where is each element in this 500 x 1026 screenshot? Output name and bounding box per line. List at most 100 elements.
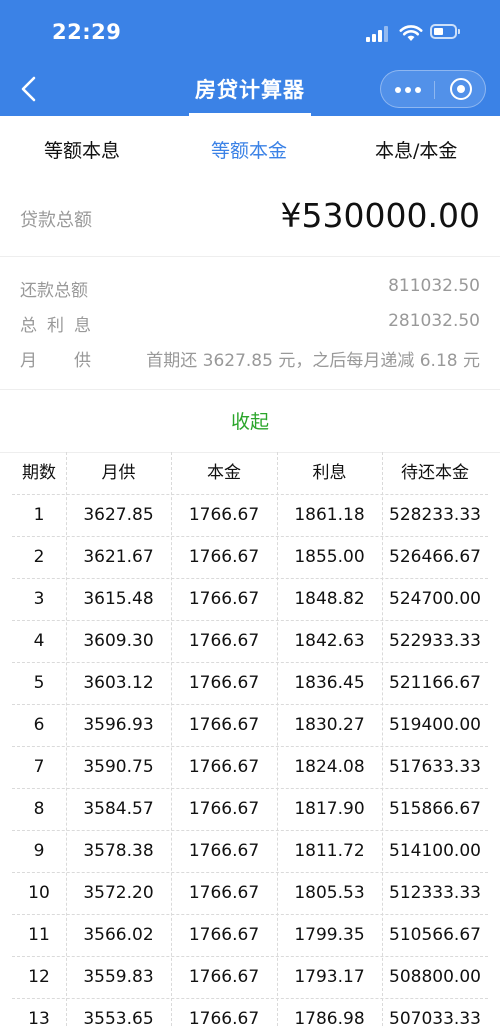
cell-principal: 1766.67 [188, 925, 260, 945]
row-divider [12, 746, 488, 747]
cell-monthly-payment: 3609.30 [83, 631, 154, 651]
close-mini-program-button[interactable] [435, 71, 487, 107]
mini-program-capsule [380, 70, 486, 108]
table-row: 7 3590.75 1766.67 1824.08 517633.33 [0, 746, 500, 788]
table-row: 6 3596.93 1766.67 1830.27 519400.00 [0, 704, 500, 746]
monthly-label-1: 月 [20, 351, 37, 371]
header-principal: 本金 [207, 463, 241, 483]
tab-interest-principal[interactable]: 本息/本金 [375, 136, 457, 163]
battery-icon [430, 24, 460, 39]
column-divider [277, 452, 278, 1026]
status-bar: 22:29 [0, 0, 500, 66]
table-row: 11 3566.02 1766.67 1799.35 510566.67 [0, 914, 500, 956]
header-monthly-payment: 月供 [101, 463, 136, 483]
wifi-icon [399, 25, 423, 41]
cell-period: 10 [28, 883, 50, 903]
row-divider [12, 788, 488, 789]
monthly-label-2: 供 [74, 351, 91, 371]
table-header-row: 期数 月供 本金 利息 待还本金 [0, 452, 500, 494]
cell-period: 7 [33, 757, 45, 777]
table-row: 8 3584.57 1766.67 1817.90 515866.67 [0, 788, 500, 830]
table-row: 12 3559.83 1766.67 1793.17 508800.00 [0, 956, 500, 998]
cell-period: 6 [33, 715, 45, 735]
cell-principal: 1766.67 [188, 589, 260, 609]
cell-interest: 1824.08 [294, 757, 365, 777]
monthly-payment-value: 首期还 3627.85 元，之后每月递减 6.18 元 [146, 351, 480, 371]
row-divider [12, 494, 488, 495]
total-interest-value: 281032.50 [388, 311, 480, 331]
cell-remaining-principal: 508800.00 [389, 967, 481, 987]
cell-interest: 1793.17 [294, 967, 365, 987]
cell-monthly-payment: 3621.67 [83, 547, 154, 567]
total-interest-label-2: 利 [47, 316, 64, 336]
total-repayment-value: 811032.50 [388, 276, 480, 296]
cell-remaining-principal: 522933.33 [389, 631, 481, 651]
row-divider [12, 536, 488, 537]
cell-remaining-principal: 517633.33 [389, 757, 481, 777]
repayment-schedule-table: 期数 月供 本金 利息 待还本金 1 3627.85 1766.67 1861.18 528233… [0, 452, 500, 1026]
loan-principal-row: 贷款总额 ¥530000.00 [0, 180, 500, 256]
cell-interest: 1861.18 [294, 505, 365, 525]
cell-principal: 1766.67 [188, 841, 260, 861]
cell-period: 11 [28, 925, 50, 945]
cell-monthly-payment: 3572.20 [83, 883, 154, 903]
table-row: 9 3578.38 1766.67 1811.72 514100.00 [0, 830, 500, 872]
cell-monthly-payment: 3615.48 [83, 589, 154, 609]
cell-principal: 1766.67 [188, 715, 260, 735]
row-divider [12, 956, 488, 957]
cell-monthly-payment: 3553.65 [83, 1009, 154, 1026]
total-repayment-label: 还款总额 [20, 281, 88, 301]
column-divider [66, 452, 67, 1026]
cell-remaining-principal: 510566.67 [389, 925, 481, 945]
row-divider [12, 578, 488, 579]
cell-principal: 1766.67 [188, 1009, 260, 1026]
table-row: 10 3572.20 1766.67 1805.53 512333.33 [0, 872, 500, 914]
cellular-signal-icon [366, 26, 390, 42]
column-divider [171, 452, 172, 1026]
cell-principal: 1766.67 [188, 547, 260, 567]
cell-monthly-payment: 3603.12 [83, 673, 154, 693]
cell-monthly-payment: 3590.75 [83, 757, 154, 777]
cell-remaining-principal: 519400.00 [389, 715, 481, 735]
cell-principal: 1766.67 [188, 883, 260, 903]
principal-label: 贷款总额 [20, 210, 92, 231]
cell-period: 8 [33, 799, 45, 819]
row-divider [12, 830, 488, 831]
cell-remaining-principal: 526466.67 [389, 547, 481, 567]
cell-principal: 1766.67 [188, 967, 260, 987]
principal-value: ¥530000.00 [280, 196, 480, 235]
cell-period: 3 [33, 589, 45, 609]
total-interest-label-3: 息 [74, 316, 91, 336]
column-divider [382, 452, 383, 1026]
cell-period: 2 [33, 547, 45, 567]
cell-remaining-principal: 521166.67 [389, 673, 481, 693]
table-row: 2 3621.67 1766.67 1855.00 526466.67 [0, 536, 500, 578]
divider [0, 256, 500, 257]
cell-period: 5 [33, 673, 45, 693]
cell-period: 9 [33, 841, 45, 861]
more-button[interactable] [381, 71, 434, 107]
tab-equal-principal[interactable]: 等额本金 [211, 136, 287, 163]
cell-principal: 1766.67 [188, 757, 260, 777]
row-divider [12, 872, 488, 873]
row-divider [12, 620, 488, 621]
total-interest-label-1: 总 [20, 316, 37, 336]
table-row: 1 3627.85 1766.67 1861.18 528233.33 [0, 494, 500, 536]
cell-remaining-principal: 514100.00 [389, 841, 481, 861]
cell-interest: 1817.90 [294, 799, 365, 819]
cell-interest: 1848.82 [294, 589, 365, 609]
cell-remaining-principal: 507033.33 [389, 1009, 481, 1026]
cell-period: 12 [28, 967, 50, 987]
cell-remaining-principal: 515866.67 [389, 799, 481, 819]
cell-principal: 1766.67 [188, 505, 260, 525]
cell-monthly-payment: 3596.93 [83, 715, 154, 735]
cell-interest: 1805.53 [294, 883, 365, 903]
cell-monthly-payment: 3584.57 [83, 799, 154, 819]
cell-interest: 1855.00 [294, 547, 365, 567]
cell-period: 4 [33, 631, 45, 651]
tab-equal-installment[interactable]: 等额本息 [44, 136, 120, 163]
table-row: 3 3615.48 1766.67 1848.82 524700.00 [0, 578, 500, 620]
header-interest: 利息 [312, 463, 347, 483]
collapse-button[interactable]: 收起 [0, 407, 500, 434]
table-row: 13 3553.65 1766.67 1786.98 507033.33 [0, 998, 500, 1026]
